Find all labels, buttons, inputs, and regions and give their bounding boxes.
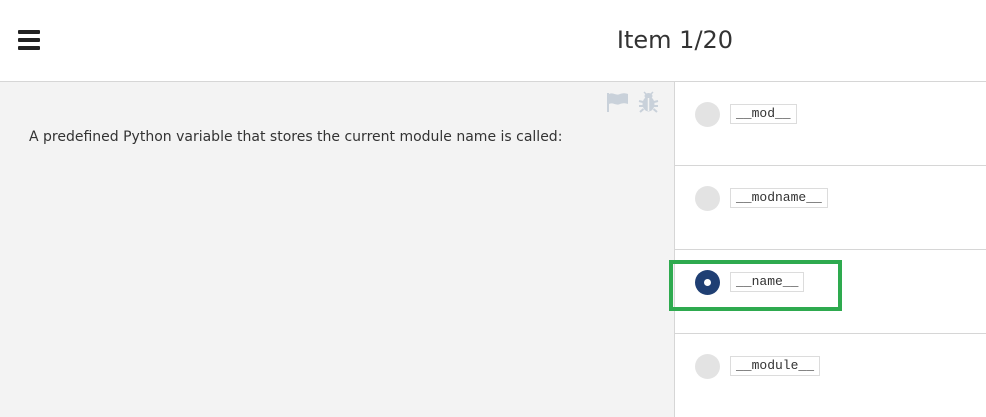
bug-icon[interactable]	[638, 91, 659, 113]
top-header: Item 1/20	[0, 0, 986, 82]
flag-icon[interactable]	[606, 92, 629, 112]
radio-button[interactable]	[695, 102, 720, 127]
radio-button[interactable]	[695, 354, 720, 379]
answer-option-mod[interactable]: __mod__	[675, 82, 986, 166]
answer-option-modname[interactable]: __modname__	[675, 166, 986, 250]
question-text: A predefined Python variable that stores…	[29, 129, 563, 145]
question-panel: A predefined Python variable that stores…	[0, 82, 675, 417]
page-title: Item 1/20	[616, 26, 734, 54]
answer-option-name[interactable]: __name__	[669, 250, 986, 334]
answer-list: __mod__ __modname__ __name__ __module__	[669, 82, 986, 417]
radio-button-selected[interactable]	[695, 270, 720, 295]
radio-button[interactable]	[695, 186, 720, 211]
answer-option-module[interactable]: __module__	[675, 334, 986, 417]
answer-label: __name__	[730, 272, 805, 292]
answer-label: __modname__	[730, 188, 828, 208]
answer-label: __module__	[730, 356, 821, 376]
answer-label: __mod__	[730, 104, 797, 124]
